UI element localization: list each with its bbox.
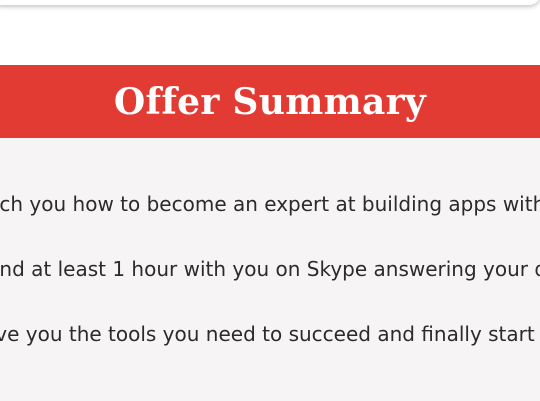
offer-summary-title: Offer Summary — [113, 80, 427, 123]
summary-line-skype-hour: spend at least 1 hour with you on Skype … — [0, 257, 540, 281]
page: Offer Summary teach you how to become an… — [0, 0, 540, 401]
top-card — [0, 0, 540, 5]
summary-line-expert-apps: teach you how to become an expert at bui… — [0, 192, 540, 216]
offer-summary-panel: teach you how to become an expert at bui… — [0, 138, 540, 401]
summary-line-tools-succeed: give you the tools you need to succeed a… — [0, 322, 540, 346]
offer-summary-banner: Offer Summary — [0, 65, 540, 138]
